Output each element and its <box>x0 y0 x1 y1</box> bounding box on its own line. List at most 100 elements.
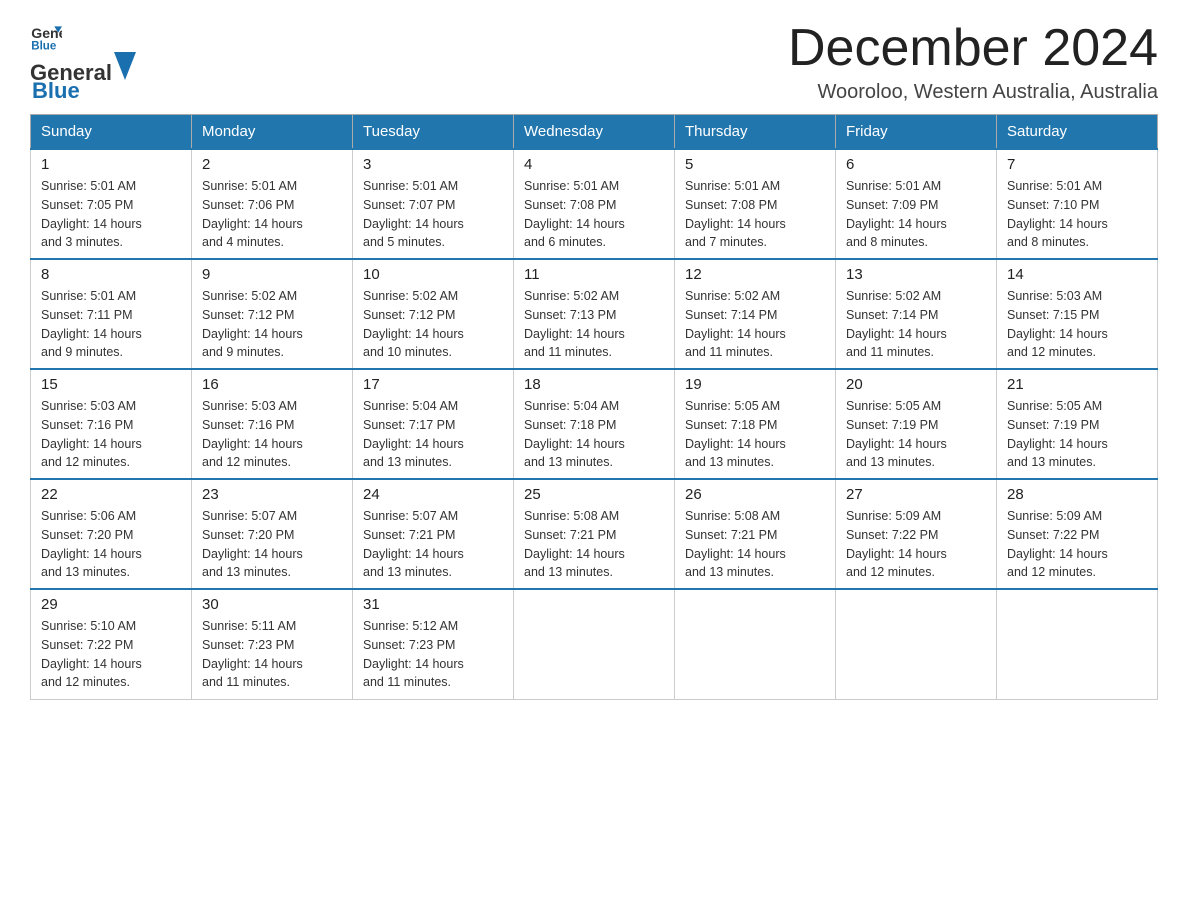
calendar-cell: 27 Sunrise: 5:09 AM Sunset: 7:22 PM Dayl… <box>836 479 997 589</box>
day-number: 19 <box>685 376 825 393</box>
page-header: General Blue General Blue December 2024 … <box>30 20 1158 104</box>
day-number: 13 <box>846 266 986 283</box>
calendar-cell: 17 Sunrise: 5:04 AM Sunset: 7:17 PM Dayl… <box>353 369 514 479</box>
day-number: 27 <box>846 486 986 503</box>
day-number: 5 <box>685 156 825 173</box>
day-info: Sunrise: 5:02 AM Sunset: 7:12 PM Dayligh… <box>363 287 503 362</box>
day-info: Sunrise: 5:04 AM Sunset: 7:18 PM Dayligh… <box>524 397 664 472</box>
month-title: December 2024 <box>788 20 1158 77</box>
day-info: Sunrise: 5:01 AM Sunset: 7:08 PM Dayligh… <box>524 177 664 252</box>
day-number: 1 <box>41 156 181 173</box>
calendar-week-row: 1 Sunrise: 5:01 AM Sunset: 7:05 PM Dayli… <box>31 149 1158 259</box>
day-number: 15 <box>41 376 181 393</box>
day-info: Sunrise: 5:01 AM Sunset: 7:10 PM Dayligh… <box>1007 177 1147 252</box>
day-info: Sunrise: 5:01 AM Sunset: 7:08 PM Dayligh… <box>685 177 825 252</box>
calendar-week-row: 15 Sunrise: 5:03 AM Sunset: 7:16 PM Dayl… <box>31 369 1158 479</box>
day-number: 31 <box>363 596 503 613</box>
day-info: Sunrise: 5:01 AM Sunset: 7:07 PM Dayligh… <box>363 177 503 252</box>
calendar-cell: 16 Sunrise: 5:03 AM Sunset: 7:16 PM Dayl… <box>192 369 353 479</box>
calendar-week-row: 8 Sunrise: 5:01 AM Sunset: 7:11 PM Dayli… <box>31 259 1158 369</box>
day-number: 4 <box>524 156 664 173</box>
calendar-cell <box>836 589 997 699</box>
day-number: 10 <box>363 266 503 283</box>
day-info: Sunrise: 5:01 AM Sunset: 7:06 PM Dayligh… <box>202 177 342 252</box>
day-info: Sunrise: 5:07 AM Sunset: 7:20 PM Dayligh… <box>202 507 342 582</box>
calendar-cell: 1 Sunrise: 5:01 AM Sunset: 7:05 PM Dayli… <box>31 149 192 259</box>
day-info: Sunrise: 5:03 AM Sunset: 7:15 PM Dayligh… <box>1007 287 1147 362</box>
logo: General Blue General Blue <box>30 20 138 104</box>
calendar-cell: 15 Sunrise: 5:03 AM Sunset: 7:16 PM Dayl… <box>31 369 192 479</box>
calendar-cell: 14 Sunrise: 5:03 AM Sunset: 7:15 PM Dayl… <box>997 259 1158 369</box>
day-info: Sunrise: 5:01 AM Sunset: 7:09 PM Dayligh… <box>846 177 986 252</box>
calendar-header-wednesday: Wednesday <box>514 115 675 150</box>
day-info: Sunrise: 5:05 AM Sunset: 7:19 PM Dayligh… <box>1007 397 1147 472</box>
calendar-cell: 20 Sunrise: 5:05 AM Sunset: 7:19 PM Dayl… <box>836 369 997 479</box>
day-number: 6 <box>846 156 986 173</box>
day-info: Sunrise: 5:02 AM Sunset: 7:12 PM Dayligh… <box>202 287 342 362</box>
calendar-cell: 10 Sunrise: 5:02 AM Sunset: 7:12 PM Dayl… <box>353 259 514 369</box>
day-number: 30 <box>202 596 342 613</box>
logo-blue-text: Blue <box>32 78 80 103</box>
day-number: 25 <box>524 486 664 503</box>
calendar-cell: 5 Sunrise: 5:01 AM Sunset: 7:08 PM Dayli… <box>675 149 836 259</box>
day-info: Sunrise: 5:08 AM Sunset: 7:21 PM Dayligh… <box>685 507 825 582</box>
day-info: Sunrise: 5:05 AM Sunset: 7:19 PM Dayligh… <box>846 397 986 472</box>
calendar-header-row: SundayMondayTuesdayWednesdayThursdayFrid… <box>31 115 1158 150</box>
calendar-cell: 29 Sunrise: 5:10 AM Sunset: 7:22 PM Dayl… <box>31 589 192 699</box>
day-number: 16 <box>202 376 342 393</box>
calendar-header-friday: Friday <box>836 115 997 150</box>
calendar-cell: 12 Sunrise: 5:02 AM Sunset: 7:14 PM Dayl… <box>675 259 836 369</box>
calendar-cell: 23 Sunrise: 5:07 AM Sunset: 7:20 PM Dayl… <box>192 479 353 589</box>
day-number: 2 <box>202 156 342 173</box>
day-number: 18 <box>524 376 664 393</box>
day-info: Sunrise: 5:11 AM Sunset: 7:23 PM Dayligh… <box>202 617 342 692</box>
calendar-cell: 21 Sunrise: 5:05 AM Sunset: 7:19 PM Dayl… <box>997 369 1158 479</box>
title-block: December 2024 Wooroloo, Western Australi… <box>788 20 1158 104</box>
day-info: Sunrise: 5:04 AM Sunset: 7:17 PM Dayligh… <box>363 397 503 472</box>
calendar-cell: 28 Sunrise: 5:09 AM Sunset: 7:22 PM Dayl… <box>997 479 1158 589</box>
logo-icon: General Blue <box>30 20 62 52</box>
calendar-header-monday: Monday <box>192 115 353 150</box>
logo-triangle-icon <box>114 52 136 80</box>
calendar-cell: 9 Sunrise: 5:02 AM Sunset: 7:12 PM Dayli… <box>192 259 353 369</box>
calendar-cell: 8 Sunrise: 5:01 AM Sunset: 7:11 PM Dayli… <box>31 259 192 369</box>
location-title: Wooroloo, Western Australia, Australia <box>788 81 1158 104</box>
day-number: 21 <box>1007 376 1147 393</box>
calendar-week-row: 29 Sunrise: 5:10 AM Sunset: 7:22 PM Dayl… <box>31 589 1158 699</box>
day-info: Sunrise: 5:03 AM Sunset: 7:16 PM Dayligh… <box>41 397 181 472</box>
calendar-cell: 6 Sunrise: 5:01 AM Sunset: 7:09 PM Dayli… <box>836 149 997 259</box>
calendar-cell: 2 Sunrise: 5:01 AM Sunset: 7:06 PM Dayli… <box>192 149 353 259</box>
day-info: Sunrise: 5:10 AM Sunset: 7:22 PM Dayligh… <box>41 617 181 692</box>
calendar-header-thursday: Thursday <box>675 115 836 150</box>
day-info: Sunrise: 5:08 AM Sunset: 7:21 PM Dayligh… <box>524 507 664 582</box>
calendar-cell: 25 Sunrise: 5:08 AM Sunset: 7:21 PM Dayl… <box>514 479 675 589</box>
day-number: 24 <box>363 486 503 503</box>
calendar-cell: 18 Sunrise: 5:04 AM Sunset: 7:18 PM Dayl… <box>514 369 675 479</box>
day-number: 12 <box>685 266 825 283</box>
day-number: 9 <box>202 266 342 283</box>
calendar-cell: 3 Sunrise: 5:01 AM Sunset: 7:07 PM Dayli… <box>353 149 514 259</box>
day-number: 29 <box>41 596 181 613</box>
day-info: Sunrise: 5:07 AM Sunset: 7:21 PM Dayligh… <box>363 507 503 582</box>
day-info: Sunrise: 5:12 AM Sunset: 7:23 PM Dayligh… <box>363 617 503 692</box>
calendar-header-saturday: Saturday <box>997 115 1158 150</box>
calendar-cell: 7 Sunrise: 5:01 AM Sunset: 7:10 PM Dayli… <box>997 149 1158 259</box>
day-info: Sunrise: 5:06 AM Sunset: 7:20 PM Dayligh… <box>41 507 181 582</box>
day-number: 11 <box>524 266 664 283</box>
calendar-table: SundayMondayTuesdayWednesdayThursdayFrid… <box>30 114 1158 700</box>
calendar-cell <box>514 589 675 699</box>
calendar-header-tuesday: Tuesday <box>353 115 514 150</box>
day-number: 8 <box>41 266 181 283</box>
day-number: 23 <box>202 486 342 503</box>
calendar-cell: 26 Sunrise: 5:08 AM Sunset: 7:21 PM Dayl… <box>675 479 836 589</box>
calendar-cell: 4 Sunrise: 5:01 AM Sunset: 7:08 PM Dayli… <box>514 149 675 259</box>
day-number: 26 <box>685 486 825 503</box>
day-info: Sunrise: 5:05 AM Sunset: 7:18 PM Dayligh… <box>685 397 825 472</box>
calendar-cell: 31 Sunrise: 5:12 AM Sunset: 7:23 PM Dayl… <box>353 589 514 699</box>
day-number: 22 <box>41 486 181 503</box>
day-info: Sunrise: 5:02 AM Sunset: 7:14 PM Dayligh… <box>846 287 986 362</box>
calendar-cell: 19 Sunrise: 5:05 AM Sunset: 7:18 PM Dayl… <box>675 369 836 479</box>
calendar-cell: 13 Sunrise: 5:02 AM Sunset: 7:14 PM Dayl… <box>836 259 997 369</box>
day-number: 28 <box>1007 486 1147 503</box>
day-number: 3 <box>363 156 503 173</box>
